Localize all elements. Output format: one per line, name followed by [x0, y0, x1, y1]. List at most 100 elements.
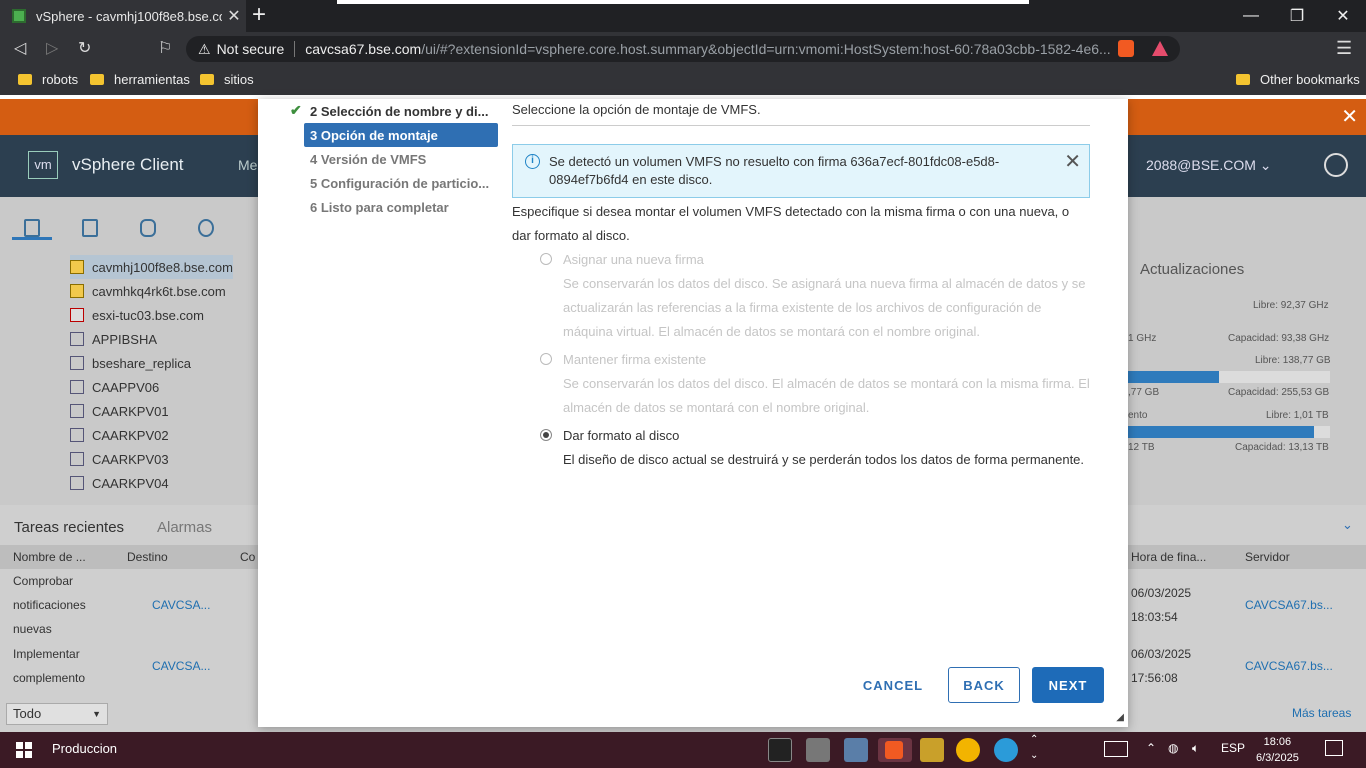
bookmark-icon[interactable]: ⚐ — [158, 38, 172, 58]
mount-option-radio[interactable] — [540, 429, 552, 441]
col-status-partial[interactable]: Co — [240, 550, 255, 564]
collapse-icon[interactable]: ⌄ — [1342, 517, 1353, 533]
vm-icon — [70, 452, 84, 466]
cpu-used-partial: 1 GHz — [1128, 333, 1157, 344]
bookmark-herramientas[interactable]: herramientas — [90, 72, 190, 87]
task-name-line: complemento — [13, 671, 86, 685]
browser-tab-vsphere[interactable]: vSphere - cavmhj100f8e8.bse.com ✕ — [0, 0, 246, 32]
tree-item[interactable]: CAARKPV04 — [70, 471, 233, 495]
smiley-icon[interactable] — [1324, 153, 1348, 177]
sublime-app-icon[interactable] — [920, 738, 944, 762]
new-tab-icon[interactable]: + — [252, 3, 266, 27]
windows-start-icon[interactable] — [16, 742, 32, 758]
vms-templates-icon[interactable] — [82, 219, 98, 237]
system-clock[interactable]: 18:06 6/3/2025 — [1256, 734, 1299, 766]
storage-free: Libre: 1,01 TB — [1266, 410, 1329, 421]
wizard-step: 5 Configuración de particio... — [304, 171, 498, 195]
tree-item[interactable]: cavmhkq4rk6t.bse.com — [70, 279, 233, 303]
task-name-line: Implementar — [13, 647, 80, 661]
wizard-step-label: 2 Selección de nombre y di... — [310, 103, 489, 119]
wizard-step[interactable]: 3 Opción de montaje — [304, 123, 498, 147]
tray-expand-icon[interactable]: ⌃ — [1146, 741, 1156, 755]
server-manager-icon[interactable] — [844, 738, 868, 762]
volume-icon[interactable]: 🔈︎ — [1192, 741, 1199, 756]
address-bar: ◁ ▷ ↻ ⚐ ⚠ Not secure cavcsa67.bse.com/ui… — [0, 32, 1366, 65]
tree-item[interactable]: CAARKPV02 — [70, 423, 233, 447]
taskbar-toolbar-label[interactable]: Produccion — [52, 741, 117, 756]
wizard-step[interactable]: ✔ 2 Selección de nombre y di... — [288, 99, 498, 123]
col-target[interactable]: Destino — [127, 550, 168, 564]
url-field[interactable]: ⚠ Not secure cavcsa67.bse.com/ui/#?exten… — [186, 36, 1180, 62]
tree-item[interactable]: APPIBSHA — [70, 327, 233, 351]
mem-used-partial: ,77 GB — [1128, 387, 1160, 398]
tab-alarms[interactable]: Alarmas — [157, 519, 212, 536]
browser-menu-icon[interactable]: ☰ — [1336, 38, 1352, 59]
task-row-2-target[interactable]: CAVCSA... — [152, 654, 210, 678]
taskbar-scroll-icon[interactable]: ⌃ ⌄ — [1030, 732, 1038, 764]
brave-taskbar-icon[interactable] — [878, 738, 912, 762]
tab-actualizaciones[interactable]: Actualizaciones — [1140, 261, 1244, 278]
networking-icon[interactable] — [198, 219, 214, 237]
task-row-1-time: 06/03/2025 18:03:54 — [1131, 581, 1191, 629]
tree-item[interactable]: esxi-tuc03.bse.com — [70, 303, 233, 327]
tree-item[interactable]: cavmhj100f8e8.bse.com — [70, 255, 233, 279]
storage-icon[interactable] — [140, 219, 156, 237]
mount-option-radio — [540, 253, 552, 265]
restore-icon[interactable]: ❐ — [1274, 0, 1320, 32]
task-row-1-server[interactable]: CAVCSA67.bs... — [1245, 593, 1333, 617]
user-menu[interactable]: 2088@BSE.COM ⌄ — [1146, 157, 1272, 174]
terminal-app-icon[interactable] — [768, 738, 792, 762]
back-arrow-icon[interactable]: ◁ — [14, 38, 26, 58]
filezilla-app-icon[interactable] — [956, 738, 980, 762]
header-menu[interactable]: Me — [238, 157, 257, 173]
tree-item-label: CAARKPV03 — [92, 451, 169, 467]
mount-option: Asignar una nueva firma Se conservarán lo… — [512, 248, 1090, 344]
task-filter-select[interactable]: Todo ▼ — [6, 703, 108, 725]
col-server[interactable]: Servidor — [1245, 550, 1290, 564]
task-row-2-server[interactable]: CAVCSA67.bs... — [1245, 654, 1333, 678]
bookmark-robots[interactable]: robots — [18, 72, 78, 87]
col-name[interactable]: Nombre de ... — [13, 550, 86, 564]
mem-bar-fill — [1128, 371, 1219, 383]
brave-rewards-icon[interactable] — [1152, 41, 1168, 56]
resize-handle-icon[interactable]: ◢ — [1116, 712, 1124, 723]
task-row-1-name: Comprobar notificaciones nuevas — [13, 569, 86, 641]
brave-shield-icon[interactable] — [1118, 40, 1134, 57]
tree-item-label: esxi-tuc03.bse.com — [92, 307, 204, 323]
tab-recent-tasks[interactable]: Tareas recientes — [14, 519, 124, 536]
reload-icon[interactable]: ↻ — [78, 38, 91, 58]
mem-free: Libre: 138,77 GB — [1255, 355, 1331, 366]
hosts-clusters-icon[interactable] — [24, 219, 40, 237]
folder-icon — [1236, 74, 1250, 85]
cancel-button[interactable]: CANCEL — [850, 667, 936, 703]
language-indicator[interactable]: ESP — [1221, 741, 1245, 755]
next-button[interactable]: NEXT — [1032, 667, 1104, 703]
task-time: 17:56:08 — [1131, 671, 1178, 685]
minimize-icon[interactable]: — — [1228, 0, 1274, 32]
col-end-time[interactable]: Hora de fina... — [1131, 550, 1206, 564]
storage-capacity: Capacidad: 13,13 TB — [1235, 442, 1329, 453]
notifications-icon[interactable] — [1325, 740, 1343, 756]
forward-arrow-icon[interactable]: ▷ — [46, 38, 58, 58]
task-row-1-target[interactable]: CAVCSA... — [152, 593, 210, 617]
tree-item[interactable]: CAAPPV06 — [70, 375, 233, 399]
banner-close-icon[interactable]: ✕ — [1341, 104, 1358, 129]
alert-close-icon[interactable]: ✕ — [1064, 151, 1081, 173]
alert-text: Se detectó un volumen VMFS no resuelto c… — [549, 154, 1000, 187]
other-bookmarks[interactable]: Other bookmarks — [1236, 72, 1360, 87]
tree-item[interactable]: CAARKPV01 — [70, 399, 233, 423]
tree-item[interactable]: CAARKPV03 — [70, 447, 233, 471]
more-tasks-link[interactable]: Más tareas — [1292, 706, 1351, 720]
network-icon[interactable]: ◍ — [1168, 741, 1178, 755]
mount-option-label[interactable]: Dar formato al disco — [563, 424, 1090, 448]
tree-item[interactable]: bseshare_replica — [70, 351, 233, 375]
mount-option-description: El diseño de disco actual se destruirá y… — [563, 452, 1085, 467]
keyboard-icon[interactable] — [1104, 741, 1128, 757]
task-date: 06/03/2025 — [1131, 647, 1192, 661]
edge-app-icon[interactable] — [994, 738, 1018, 762]
back-button[interactable]: BACK — [948, 667, 1020, 703]
window-close-icon[interactable]: ✕ — [1320, 0, 1366, 32]
screenshot-app-icon[interactable] — [806, 738, 830, 762]
tab-close-icon[interactable]: ✕ — [222, 6, 246, 26]
bookmark-sitios[interactable]: sitios — [200, 72, 254, 87]
